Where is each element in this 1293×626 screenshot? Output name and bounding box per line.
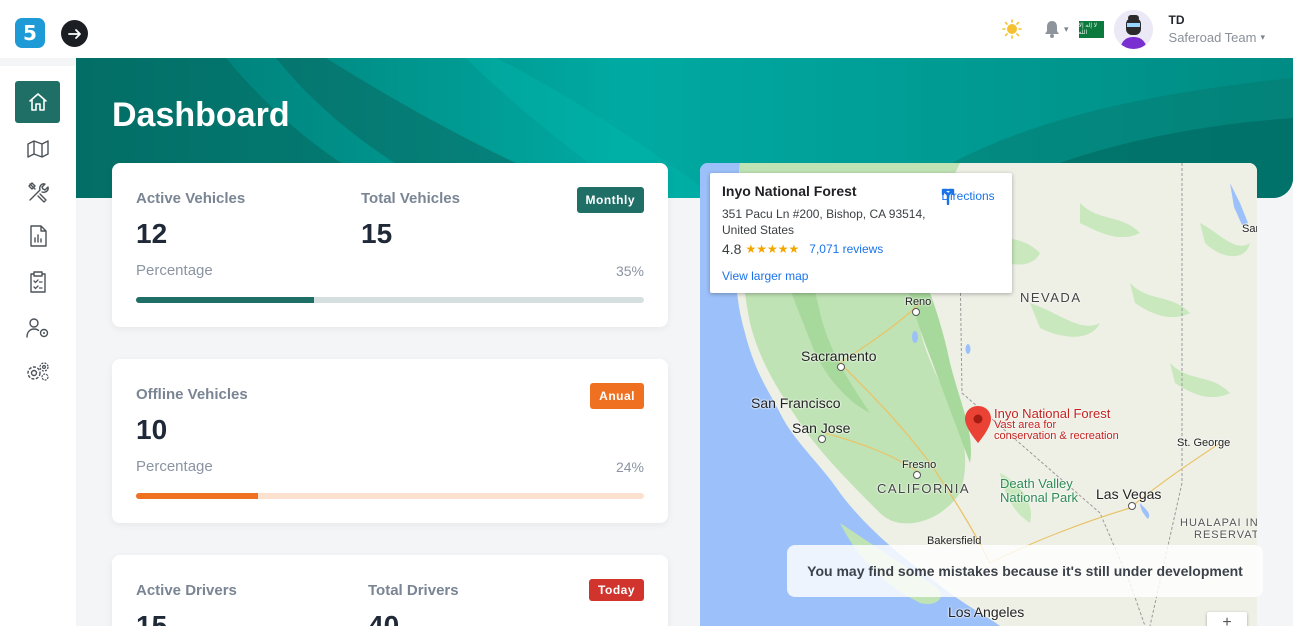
reviews-link[interactable]: 7,071 reviews <box>809 242 883 256</box>
total-drivers-label: Total Drivers <box>368 582 459 599</box>
bell-icon <box>1045 21 1059 38</box>
sidebar-toggle-button[interactable] <box>61 20 88 47</box>
map-label-nevada: NEVADA <box>1020 290 1082 305</box>
period-badge[interactable]: Monthly <box>576 187 644 213</box>
avatar[interactable] <box>1113 9 1153 49</box>
rating-value: 4.8 <box>722 241 742 257</box>
period-badge[interactable]: Anual <box>590 383 644 409</box>
sidebar-item-reports[interactable] <box>15 215 60 257</box>
flag-text: ﻻ إله إلا الله <box>1078 23 1098 36</box>
sidebar-item-maintenance[interactable] <box>15 171 60 213</box>
city-marker <box>818 435 826 443</box>
active-vehicles-value: 12 <box>136 218 168 249</box>
sidebar-item-tasks[interactable] <box>15 261 60 303</box>
view-larger-map-link[interactable]: View larger map <box>722 269 808 283</box>
chevron-down-icon: ▾ <box>1260 32 1265 42</box>
offline-vehicles-stat-card: Offline Vehicles 10 Anual Percentage 24% <box>112 359 668 523</box>
user-team: Saferoad Team ▾ <box>1169 30 1265 45</box>
offline-vehicles-value: 10 <box>136 414 168 445</box>
active-vehicles-label: Active Vehicles <box>136 190 246 207</box>
offline-vehicles-label: Offline Vehicles <box>136 386 248 403</box>
place-name: Inyo National Forest <box>722 183 857 199</box>
user-settings-icon <box>25 318 48 338</box>
zoom-in-button[interactable]: + <box>1207 612 1247 626</box>
map-label-las-vegas: Las Vegas <box>1096 486 1162 502</box>
development-notice: You may find some mistakes because it's … <box>787 545 1263 597</box>
star-rating-icon: ★★★★★ <box>745 242 800 256</box>
percentage-label: Percentage <box>136 262 213 279</box>
place-rating: 4.8 ★★★★★ 7,071 reviews <box>722 241 883 257</box>
total-vehicles-label: Total Vehicles <box>361 190 460 207</box>
map-icon <box>26 140 49 158</box>
sidebar <box>0 66 76 626</box>
percentage-value: 24% <box>615 459 644 475</box>
top-right-controls: ▾ ﻻ إله إلا الله TD Saferoad Team ▾ <box>1002 9 1265 49</box>
map-label-fresno: Fresno <box>902 459 937 471</box>
progress-bar <box>136 297 644 303</box>
city-marker <box>1128 502 1136 510</box>
percentage-value: 35% <box>615 263 644 279</box>
arrow-right-icon <box>67 28 81 39</box>
place-address: 351 Pacu Ln #200, Bishop, CA 93514, Unit… <box>722 207 926 237</box>
page-title: Dashboard <box>112 96 290 134</box>
map-label-reno: Reno <box>905 296 932 308</box>
app-logo[interactable]: 5 <box>15 18 45 48</box>
user-initials: TD <box>1168 13 1185 27</box>
sidebar-item-settings[interactable] <box>15 351 60 393</box>
map-label-hualapai: HUALAPAI INDIAN <box>1180 517 1257 529</box>
map-label-marker-sub2: conservation & recreation <box>994 430 1119 442</box>
place-info-card: Inyo National Forest 351 Pacu Ln #200, B… <box>710 173 1012 293</box>
progress-bar <box>136 493 644 499</box>
directions-button[interactable]: Directions <box>938 185 998 205</box>
user-avatar-icon <box>1113 9 1153 49</box>
percentage-label: Percentage <box>136 458 213 475</box>
map-label-death-valley-park: National Park <box>1000 490 1079 505</box>
map-label-san-jose: San Jose <box>792 420 851 436</box>
city-marker <box>837 363 845 371</box>
active-drivers-label: Active Drivers <box>136 582 237 599</box>
progress-bar-fill <box>136 297 314 303</box>
tools-icon <box>27 182 49 203</box>
map-label-san: San <box>1242 223 1257 235</box>
user-team-label: Saferoad Team <box>1168 30 1257 45</box>
map-label-california: CALIFORNIA <box>877 481 971 496</box>
sidebar-item-users[interactable] <box>15 307 60 349</box>
sun-icon <box>1002 19 1022 39</box>
map-label-san-francisco: San Francisco <box>751 395 841 411</box>
map-label-st-george: St. George <box>1177 437 1231 449</box>
city-marker <box>913 471 921 479</box>
vehicles-stat-card: Active Vehicles 12 Total Vehicles 15 Mon… <box>112 163 668 327</box>
progress-bar-fill <box>136 493 258 499</box>
sidebar-item-home[interactable] <box>15 81 60 123</box>
city-marker <box>912 308 920 316</box>
sidebar-item-map[interactable] <box>15 127 60 169</box>
period-badge[interactable]: Today <box>589 579 644 601</box>
language-flag-button[interactable]: ﻻ إله إلا الله <box>1078 20 1104 38</box>
total-drivers-value: 40 <box>368 610 400 626</box>
home-icon <box>28 93 47 111</box>
total-vehicles-value: 15 <box>361 218 393 249</box>
report-icon <box>29 225 47 247</box>
notifications-button[interactable]: ▾ <box>1042 19 1069 39</box>
top-bar: 5 ▾ ﻻ إله إلا الله TD Saferoad Team ▾ <box>0 0 1293 58</box>
map-label-los-angeles: Los Angeles <box>948 604 1025 620</box>
theme-toggle-button[interactable] <box>1002 19 1022 39</box>
settings-icon <box>26 362 49 381</box>
clipboard-icon <box>29 271 46 293</box>
map-label-sacramento: Sacramento <box>801 348 877 364</box>
active-drivers-value: 15 <box>136 610 168 626</box>
directions-icon <box>941 188 955 205</box>
map-label-death-valley: Death Valley <box>1000 476 1073 491</box>
user-menu[interactable]: TD Saferoad Team ▾ <box>1169 13 1265 45</box>
map-label-reservation: RESERVATION <box>1194 529 1257 541</box>
drivers-stat-card: Active Drivers 15 Total Drivers 40 Today <box>112 555 668 626</box>
chevron-down-icon: ▾ <box>1064 23 1069 34</box>
